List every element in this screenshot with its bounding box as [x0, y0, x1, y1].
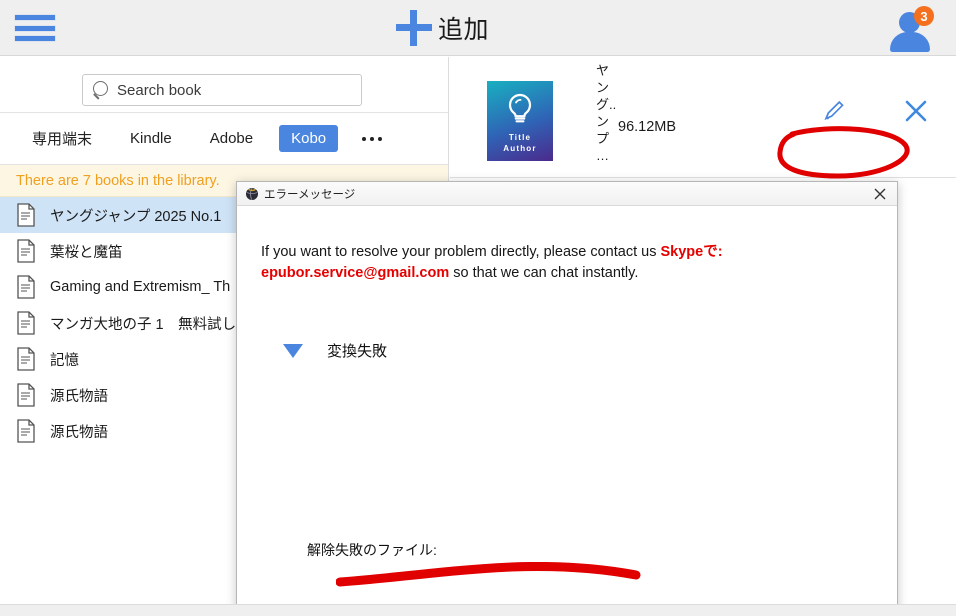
cover-title-text: Title — [508, 133, 532, 142]
add-book-button[interactable]: 追加 — [396, 4, 489, 52]
title-char: ン — [596, 114, 610, 129]
remove-task-icon[interactable] — [902, 97, 930, 125]
avatar-notification-badge: 3 — [914, 6, 934, 26]
document-icon — [16, 239, 36, 263]
title-char: … — [596, 148, 609, 163]
hamburger-bar — [14, 35, 56, 42]
source-tabs: 専用端末 Kindle Adobe Kobo — [0, 113, 448, 165]
hamburger-bar — [14, 24, 56, 32]
dialog-close-icon[interactable] — [871, 185, 889, 203]
top-bar: 追加 3 — [0, 0, 956, 56]
dialog-message-suffix: so that we can chat instantly. — [449, 265, 639, 281]
tab-kindle[interactable]: Kindle — [118, 125, 184, 152]
document-icon — [16, 383, 36, 407]
cover-author-text: Author — [503, 144, 537, 153]
search-input[interactable] — [117, 81, 342, 99]
task-file-size: 96.12MB — [618, 119, 677, 135]
document-icon — [16, 311, 36, 335]
dot — [362, 136, 367, 141]
dialog-skype-label: Skypeで: — [660, 244, 723, 260]
dialog-body: If you want to resolve your problem dire… — [237, 206, 897, 616]
dialog-title-bar: エラーメッセージ — [237, 182, 897, 206]
tab-adobe[interactable]: Adobe — [198, 125, 265, 152]
book-title: 記憶 — [50, 352, 79, 369]
task-title-vertical: ヤ ン グ.. ン プ … — [596, 62, 617, 164]
title-char: プ — [596, 131, 610, 146]
more-tabs-icon[interactable] — [352, 131, 392, 147]
failed-files-label: 解除失敗のファイル: — [307, 542, 437, 558]
book-title: ヤングジャンプ 2025 No.1 — [50, 208, 222, 225]
app-window: 追加 3 専用端末 Kindle Adobe Kobo Th — [0, 0, 956, 616]
document-icon — [16, 347, 36, 371]
hamburger-bar — [14, 14, 56, 21]
triangle-down-icon — [283, 343, 303, 358]
book-title: マンガ大地の子 1 無料試し読 — [50, 316, 251, 333]
search-row — [0, 57, 448, 113]
footer-bar — [0, 604, 956, 616]
error-dialog: エラーメッセージ If you want to resolve your pro… — [236, 181, 898, 616]
document-icon — [16, 419, 36, 443]
book-title: 葉桜と魔笛 — [50, 244, 123, 261]
dialog-message: If you want to resolve your problem dire… — [261, 242, 741, 284]
title-char: ン — [596, 80, 610, 95]
document-icon — [16, 203, 36, 227]
conversion-failed-section-toggle[interactable]: 変換失敗 — [283, 340, 387, 361]
title-char: グ.. — [596, 97, 617, 112]
tab-kobo[interactable]: Kobo — [279, 125, 339, 152]
dialog-message-prefix: If you want to resolve your problem dire… — [261, 244, 661, 260]
app-globe-icon — [246, 187, 258, 200]
lightbulb-icon — [508, 93, 532, 123]
search-box[interactable] — [82, 74, 362, 106]
dot — [378, 136, 383, 141]
title-char: ヤ — [596, 63, 610, 78]
dialog-support-email[interactable]: epubor.service@gmail.com — [261, 265, 449, 281]
avatar-body — [890, 32, 930, 52]
book-cover-thumbnail: Title Author — [487, 81, 553, 161]
conversion-failed-label: 変換失敗 — [327, 343, 388, 360]
book-title: 源氏物語 — [50, 424, 108, 441]
hamburger-menu-icon[interactable] — [14, 10, 56, 46]
pencil-edit-icon[interactable] — [820, 97, 848, 125]
search-icon — [91, 79, 117, 101]
dialog-title: エラーメッセージ — [264, 188, 356, 201]
book-title: 源氏物語 — [50, 388, 108, 405]
book-title: Gaming and Extremism_ Th — [50, 279, 231, 295]
add-button-label: 追加 — [438, 16, 490, 44]
conversion-task-row: Title Author ヤ ン グ.. ン プ … 96.12MB — [450, 57, 956, 178]
avatar[interactable]: 3 — [886, 6, 940, 52]
dot — [370, 136, 375, 141]
tab-dedicated-device[interactable]: 専用端末 — [20, 123, 104, 154]
document-icon — [16, 275, 36, 299]
plus-icon — [396, 10, 432, 46]
